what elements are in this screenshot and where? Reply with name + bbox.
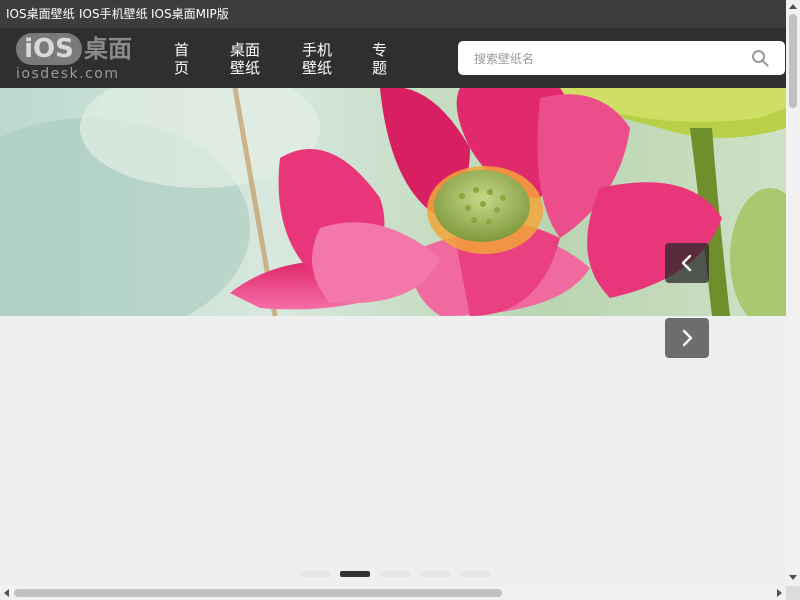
scroll-left-arrow-icon[interactable]: [4, 589, 9, 597]
main-nav-bar: iOS 桌面 iosdesk.com 首页 桌面壁纸 手机壁纸 专题: [0, 28, 786, 88]
nav-item-desktop-wallpaper[interactable]: 桌面壁纸: [230, 41, 262, 77]
logo-domain-text: iosdesk.com: [16, 66, 120, 82]
carousel-dot[interactable]: [340, 571, 370, 577]
scrollbar-corner: [786, 586, 800, 600]
horizontal-scroll-thumb[interactable]: [14, 589, 502, 597]
top-link-desktop-wallpaper[interactable]: IOS桌面壁纸: [6, 6, 75, 22]
carousel-dot[interactable]: [460, 571, 490, 577]
carousel-prev-button[interactable]: [665, 243, 709, 283]
vertical-scroll-thumb[interactable]: [789, 14, 797, 108]
scroll-down-arrow-icon[interactable]: [789, 575, 797, 580]
site-logo[interactable]: iOS 桌面 iosdesk.com: [16, 33, 140, 83]
carousel-next-button[interactable]: [665, 318, 709, 358]
search-input[interactable]: [472, 49, 746, 69]
carousel-dot[interactable]: [300, 571, 330, 577]
logo-chinese-text: 桌面: [84, 35, 132, 63]
top-link-bar: IOS桌面壁纸 IOS手机壁纸 IOS桌面MIP版: [0, 0, 786, 28]
search-icon[interactable]: [751, 49, 769, 67]
horizontal-scrollbar[interactable]: [0, 586, 786, 600]
top-link-phone-wallpaper[interactable]: IOS手机壁纸: [79, 6, 148, 22]
carousel-indicators: [300, 571, 490, 577]
page-viewport: IOS桌面壁纸 IOS手机壁纸 IOS桌面MIP版 iOS 桌面 iosdesk…: [0, 0, 786, 586]
top-link-mip[interactable]: IOS桌面MIP版: [151, 6, 229, 22]
logo-ios-badge: iOS: [16, 33, 82, 65]
nav-item-home[interactable]: 首页: [174, 41, 190, 77]
carousel-dot[interactable]: [420, 571, 450, 577]
scroll-right-arrow-icon[interactable]: [777, 589, 782, 597]
vertical-scrollbar[interactable]: [786, 0, 800, 586]
scroll-up-arrow-icon[interactable]: [789, 4, 797, 9]
search-box: [458, 41, 785, 75]
carousel-dot[interactable]: [380, 571, 410, 577]
nav-item-topics[interactable]: 专题: [372, 41, 388, 77]
nav-item-phone-wallpaper[interactable]: 手机壁纸: [302, 41, 334, 77]
